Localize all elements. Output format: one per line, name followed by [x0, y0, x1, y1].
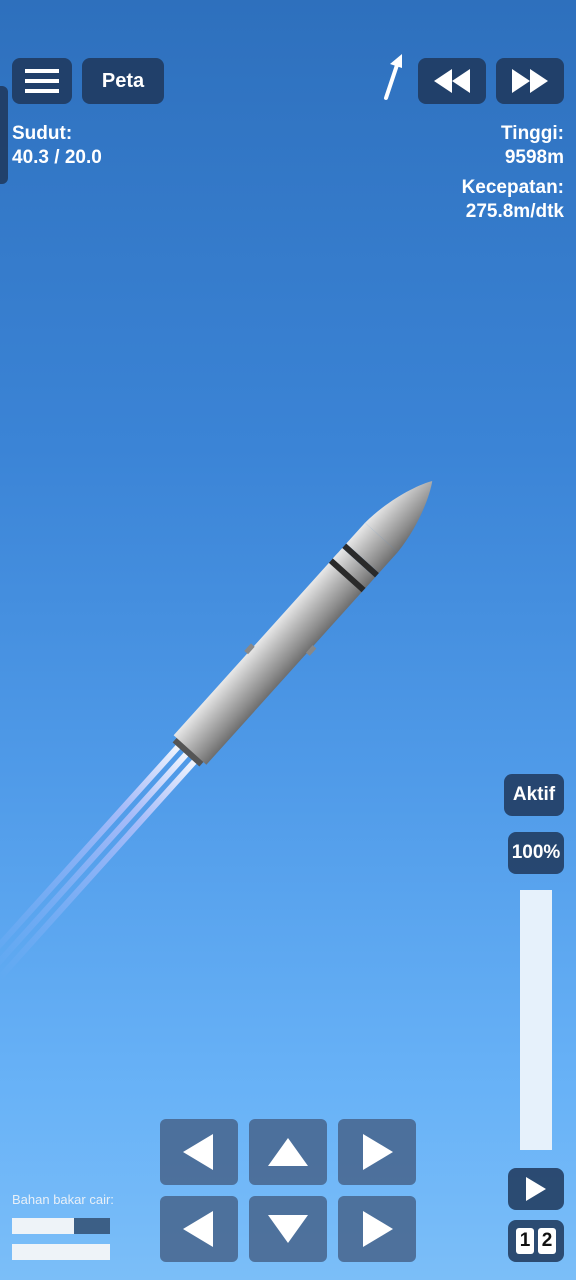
angle-label: Sudut: [12, 123, 73, 144]
rewind-button[interactable] [418, 58, 486, 104]
fuel-bar-1 [12, 1218, 110, 1234]
speed-value: 275.8m/dtk [465, 201, 564, 222]
altitude-label: Tinggi: [501, 123, 564, 144]
throttle-label: 100% [511, 842, 561, 863]
angle-readout: Sudut: 40.3 / 20.0 [12, 122, 102, 170]
stage-digit-1: 1 [516, 1228, 534, 1254]
side-panel-tab[interactable] [0, 86, 8, 184]
right-arrow-icon [363, 1211, 393, 1247]
down-arrow-icon [268, 1215, 308, 1243]
altitude-readout: Tinggi: 9598m [501, 122, 564, 170]
altitude-value: 9598m [504, 147, 564, 168]
active-button-label: Aktif [512, 784, 556, 805]
stage-selector[interactable]: 1 2 [508, 1220, 564, 1262]
throttle-percentage: 100% [508, 832, 564, 874]
active-button[interactable]: Aktif [504, 774, 564, 816]
right-arrow-icon [363, 1134, 393, 1170]
stage-digit-2: 2 [538, 1228, 556, 1254]
play-icon [526, 1177, 546, 1201]
speed-readout: Kecepatan: 275.8m/dtk [462, 176, 564, 224]
throttle-slider[interactable] [520, 890, 552, 1150]
direction-arrow-icon [384, 54, 402, 100]
speed-label: Kecepatan: [461, 177, 564, 198]
control-down[interactable] [249, 1196, 327, 1262]
control-right-bottom[interactable] [338, 1196, 416, 1262]
map-button-label: Peta [101, 69, 145, 92]
left-arrow-icon [183, 1211, 213, 1247]
map-button[interactable]: Peta [82, 58, 164, 104]
menu-button[interactable] [12, 58, 72, 104]
control-left-top[interactable] [160, 1119, 238, 1185]
fast-forward-button[interactable] [496, 58, 564, 104]
angle-value: 40.3 / 20.0 [12, 147, 102, 168]
stage-play-button[interactable] [508, 1168, 564, 1210]
left-arrow-icon [183, 1134, 213, 1170]
control-left-bottom[interactable] [160, 1196, 238, 1262]
rocket[interactable] [0, 460, 460, 1000]
control-up[interactable] [249, 1119, 327, 1185]
rewind-icon [434, 69, 470, 93]
fuel-label: Bahan bakar cair: [12, 1192, 114, 1207]
control-right-top[interactable] [338, 1119, 416, 1185]
up-arrow-icon [268, 1138, 308, 1166]
fuel-bar-2 [12, 1244, 110, 1260]
hamburger-icon [25, 69, 59, 93]
fast-forward-icon [512, 69, 548, 93]
engine-exhaust [0, 740, 201, 983]
